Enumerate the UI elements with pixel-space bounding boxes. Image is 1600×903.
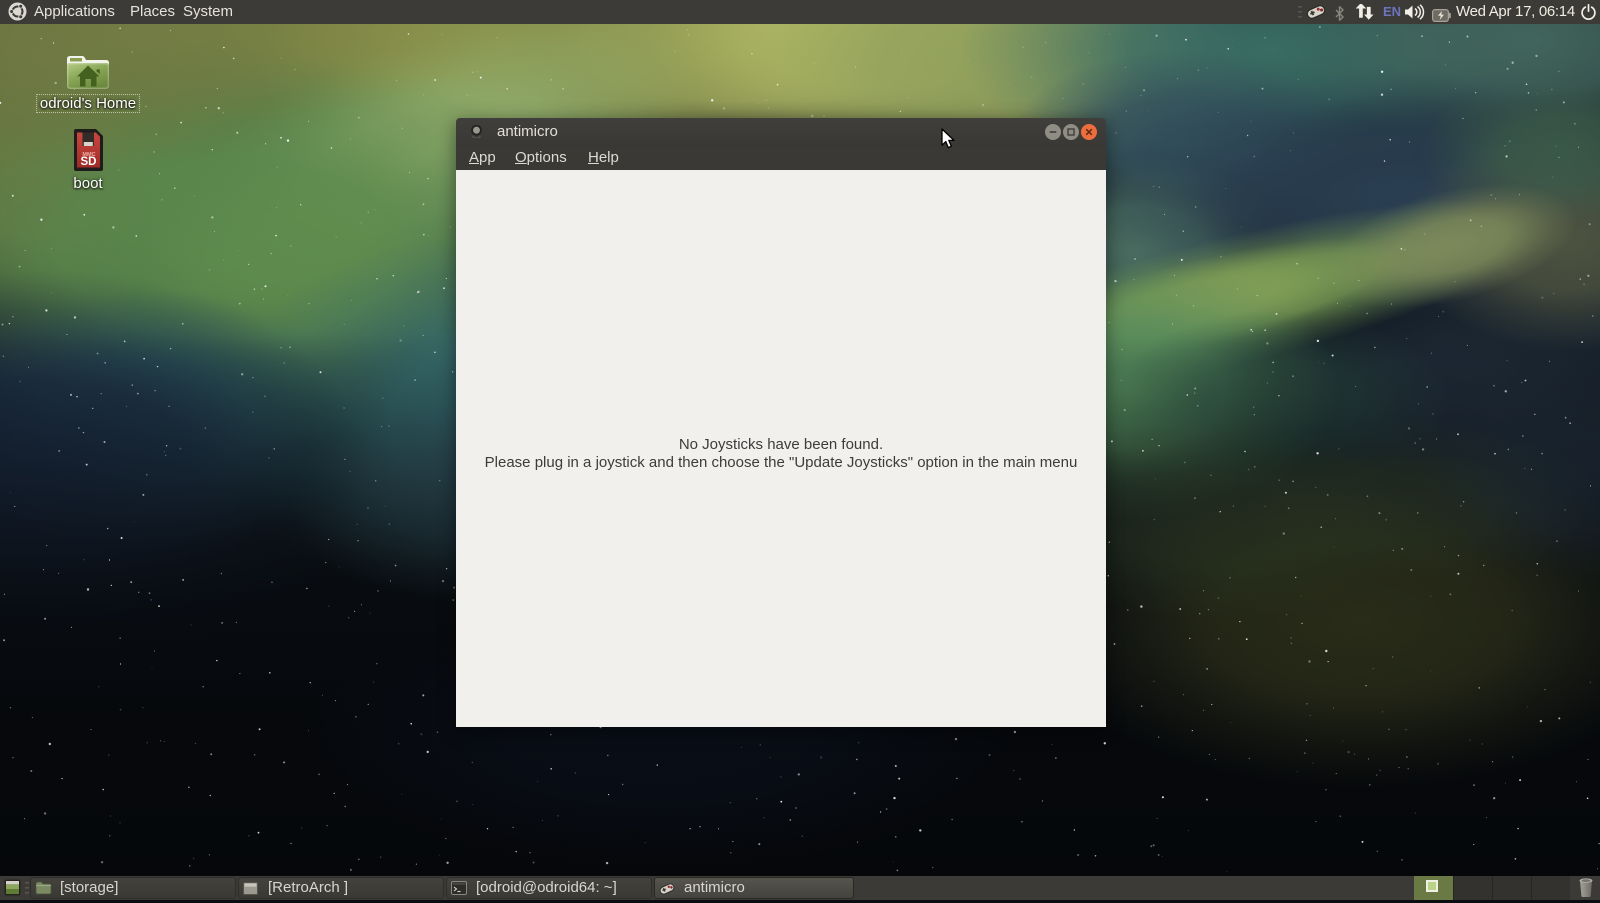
svg-text:SD: SD: [81, 156, 97, 168]
